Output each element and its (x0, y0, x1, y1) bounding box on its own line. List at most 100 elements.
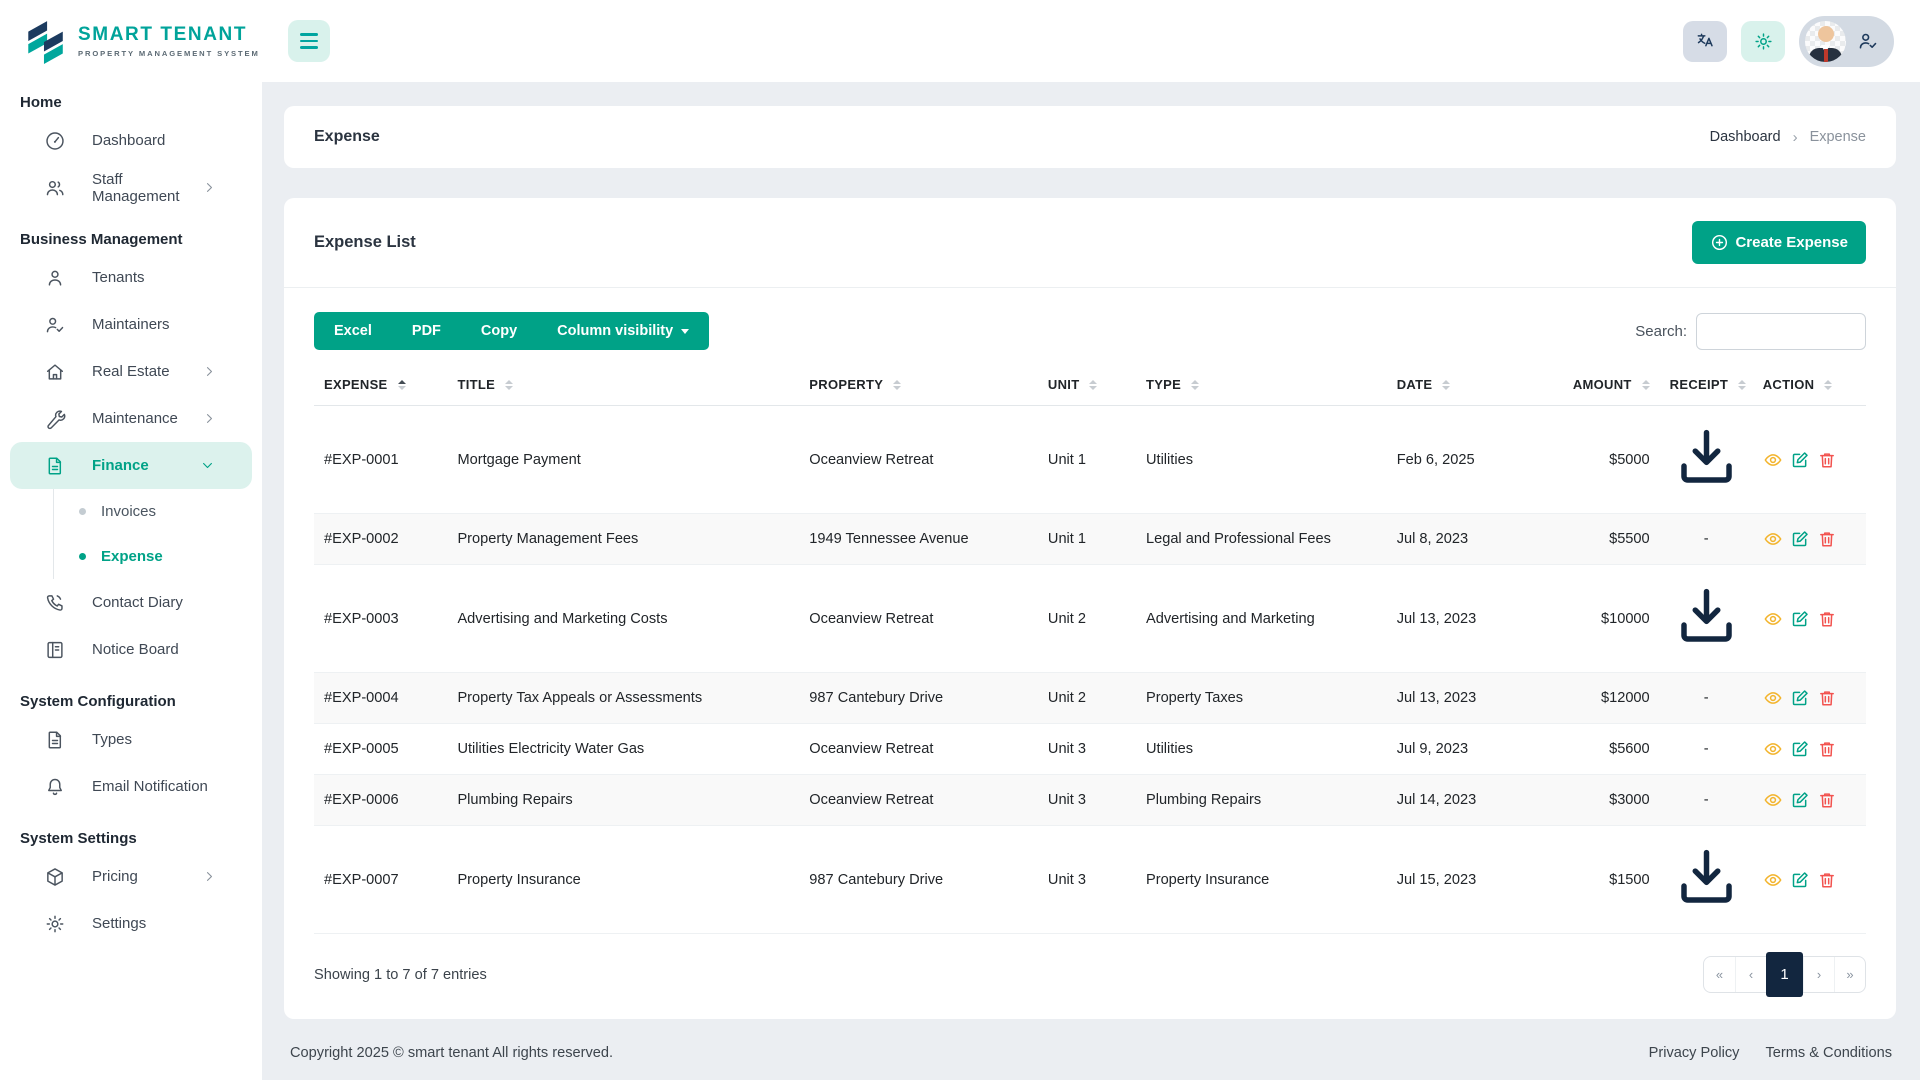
search-input[interactable] (1696, 312, 1866, 350)
sort-icon (1824, 379, 1833, 390)
pagination-prev[interactable]: ‹ (1735, 957, 1766, 993)
delete-button[interactable] (1817, 688, 1837, 708)
cell-amount: $3000 (1540, 774, 1660, 826)
sidebar-subitem-expense[interactable]: Expense (54, 534, 262, 579)
avatar (1805, 20, 1846, 62)
edit-button[interactable] (1790, 450, 1810, 470)
pagination-page-1[interactable]: 1 (1766, 952, 1803, 998)
edit-button[interactable] (1790, 739, 1810, 759)
view-button[interactable] (1763, 450, 1783, 470)
view-button[interactable] (1763, 529, 1783, 549)
cell-date: Jul 15, 2023 (1386, 825, 1541, 935)
sidebar-item-types[interactable]: Types (0, 716, 262, 763)
gear-icon (44, 913, 66, 935)
brand-logo[interactable]: SMART TENANT PROPERTY MANAGEMENT SYSTEM (0, 0, 262, 74)
privacy-policy-link[interactable]: Privacy Policy (1649, 1045, 1740, 1061)
sidebar-item-maintainers[interactable]: Maintainers (0, 301, 262, 348)
cell-amount: $5000 (1609, 451, 1650, 468)
table-toolbar: Excel PDF Copy Column visibility Search: (314, 312, 1866, 350)
cell-action (1752, 672, 1866, 724)
plus-circle-icon (1710, 233, 1729, 252)
edit-button[interactable] (1790, 529, 1810, 549)
pdf-button[interactable]: PDF (392, 312, 461, 350)
table-row: #EXP-0004 Property Tax Appeals or Assessm… (314, 672, 1866, 724)
cell-action (1752, 825, 1866, 935)
edit-button[interactable] (1790, 609, 1810, 629)
breadcrumb-dashboard[interactable]: Dashboard (1710, 129, 1781, 145)
column-header-amount[interactable]: AMOUNT (1540, 364, 1660, 406)
create-expense-button[interactable]: Create Expense (1692, 221, 1866, 264)
download-receipt-button[interactable] (1670, 841, 1743, 914)
excel-button[interactable]: Excel (314, 312, 392, 350)
content: Expense Dashboard › Expense Expense List (262, 82, 1920, 1080)
sidebar-item-settings[interactable]: Settings (0, 900, 262, 947)
settings-button[interactable] (1741, 20, 1785, 62)
cell-unit: Unit 1 (1037, 513, 1136, 565)
column-header-type[interactable]: TYPE (1135, 364, 1387, 406)
sidebar-item-real-estate[interactable]: Real Estate (0, 348, 262, 395)
sidebar-item-pricing[interactable]: Pricing (0, 853, 262, 900)
sort-icon (1738, 379, 1747, 390)
cell-receipt (1659, 825, 1753, 935)
sidebar-item-contact-diary[interactable]: Contact Diary (0, 579, 262, 626)
delete-button[interactable] (1817, 529, 1837, 549)
sidebar-item-tenants[interactable]: Tenants (0, 254, 262, 301)
edit-button[interactable] (1790, 790, 1810, 810)
delete-button[interactable] (1817, 870, 1837, 890)
cell-property: Oceanview Retreat (799, 723, 1038, 775)
column-header-expense[interactable]: EXPENSE (314, 364, 448, 406)
pagination-last[interactable]: » (1834, 957, 1865, 993)
pagination-next[interactable]: › (1803, 957, 1834, 993)
sidebar-item-finance[interactable]: Finance (10, 442, 252, 489)
sidebar-item-dashboard[interactable]: Dashboard (0, 117, 262, 164)
sidebar-subitem-invoices[interactable]: Invoices (54, 489, 262, 534)
view-button[interactable] (1763, 870, 1783, 890)
view-button[interactable] (1763, 609, 1783, 629)
view-button[interactable] (1763, 790, 1783, 810)
column-header-unit[interactable]: UNIT (1037, 364, 1136, 406)
download-icon (1670, 841, 1743, 914)
cell-date: Feb 6, 2025 (1396, 451, 1475, 468)
column-visibility-button[interactable]: Column visibility (537, 312, 709, 350)
cell-action (1752, 723, 1866, 775)
column-header-property[interactable]: PROPERTY (799, 364, 1038, 406)
download-receipt-button[interactable] (1670, 421, 1743, 494)
chevron-right-icon (201, 868, 218, 885)
translate-button[interactable] (1683, 20, 1727, 62)
sidebar-item-maintenance[interactable]: Maintenance (0, 395, 262, 442)
breadcrumb-separator-icon: › (1792, 128, 1798, 146)
file-icon (44, 455, 66, 477)
person-check-icon (44, 314, 66, 336)
download-receipt-button[interactable] (1670, 580, 1743, 653)
eye-icon (1763, 870, 1783, 890)
column-header-title[interactable]: TITLE (447, 364, 800, 406)
sidebar-item-staff-management[interactable]: Staff Management (0, 164, 262, 211)
profile-menu[interactable] (1799, 15, 1894, 67)
terms-conditions-link[interactable]: Terms & Conditions (1765, 1045, 1892, 1061)
edit-button[interactable] (1790, 870, 1810, 890)
delete-button[interactable] (1817, 450, 1837, 470)
export-button-group: Excel PDF Copy Column visibility (314, 312, 710, 350)
view-button[interactable] (1763, 688, 1783, 708)
column-header-receipt[interactable]: RECEIPT (1659, 364, 1753, 406)
table-row: #EXP-0003 Advertising and Marketing Costs… (314, 564, 1866, 673)
menu-toggle-button[interactable] (288, 20, 330, 62)
sidebar-item-email-notification[interactable]: Email Notification (0, 763, 262, 810)
sidebar-item-notice-board[interactable]: Notice Board (0, 626, 262, 673)
cell-receipt (1659, 564, 1753, 673)
delete-button[interactable] (1817, 739, 1837, 759)
copy-button[interactable]: Copy (461, 312, 537, 350)
breadcrumb: Dashboard › Expense (1710, 129, 1866, 146)
column-header-action[interactable]: ACTION (1752, 364, 1866, 406)
delete-button[interactable] (1817, 790, 1837, 810)
view-button[interactable] (1763, 739, 1783, 759)
sort-icon (397, 379, 406, 390)
edit-button[interactable] (1790, 688, 1810, 708)
pagination-first[interactable]: « (1704, 957, 1735, 992)
delete-button[interactable] (1817, 609, 1837, 629)
download-icon (1670, 421, 1743, 494)
column-header-date[interactable]: DATE (1386, 364, 1541, 406)
cell-expense: #EXP-0004 (314, 672, 448, 724)
staff-icon (44, 177, 66, 199)
cell-amount: $1500 (1540, 825, 1660, 935)
